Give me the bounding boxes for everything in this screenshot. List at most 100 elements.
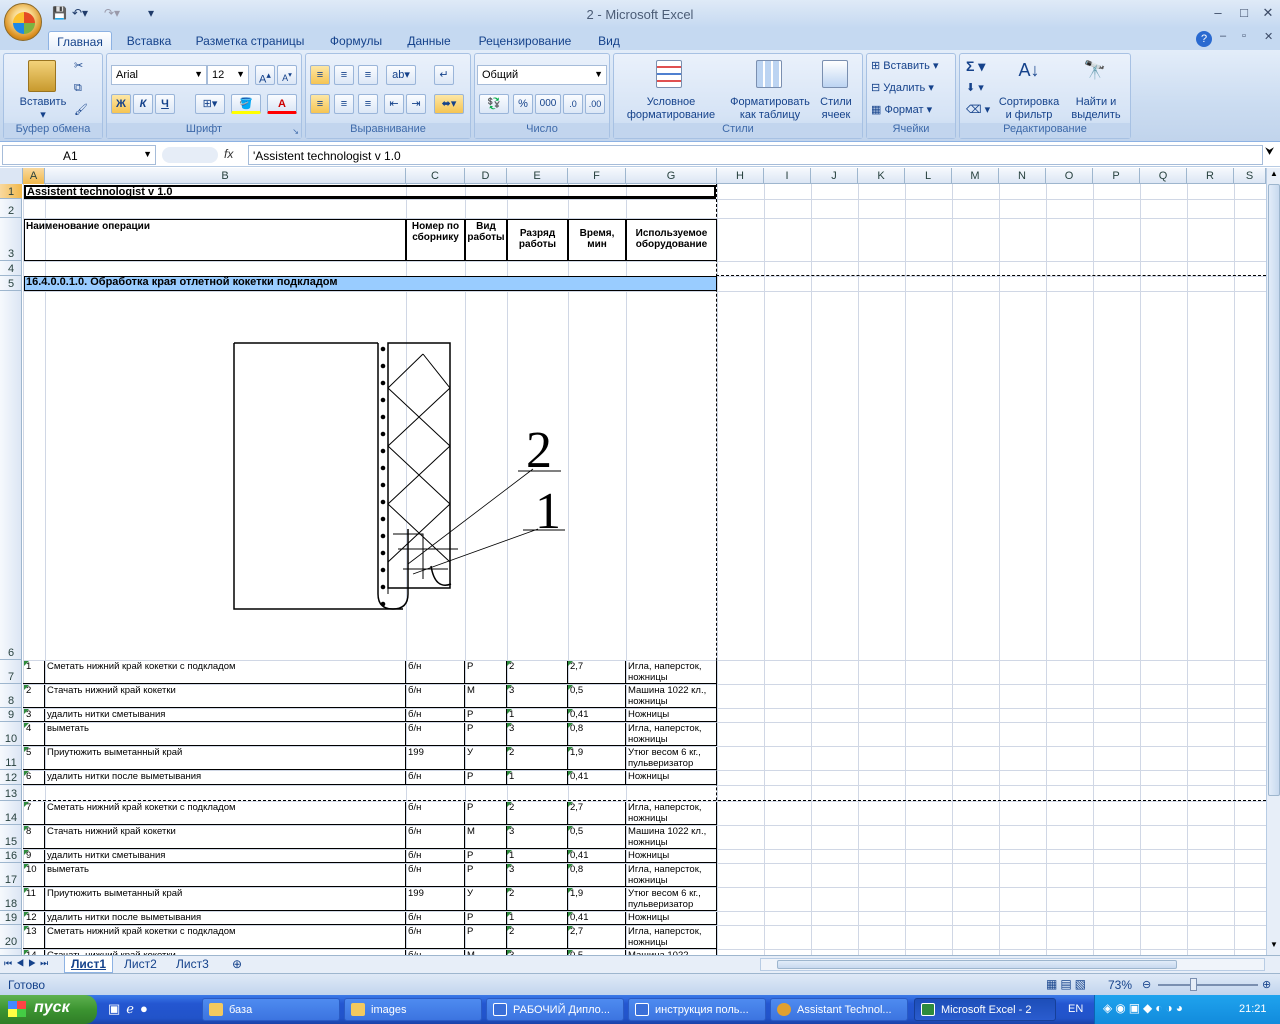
help-icon[interactable]: ? [1196,31,1212,47]
maximize-button[interactable]: □ [1234,5,1254,21]
percent-button[interactable]: % [513,94,533,114]
cell-rank[interactable]: 3 [507,685,568,708]
vertical-scrollbar[interactable]: ▲ ▼ [1266,168,1280,955]
cell-equip[interactable]: Утюг весом 6 кг., пульверизатор [626,747,717,770]
row-header[interactable]: 3 [0,218,22,261]
font-color-button[interactable]: A [267,94,297,114]
cell-rank[interactable]: 1 [507,850,568,863]
column-header[interactable]: A [23,168,45,184]
format-as-table-label-1[interactable]: Форматировать [722,96,818,109]
paste-icon[interactable] [28,60,56,92]
align-right-button[interactable]: ≡ [358,94,378,114]
dialog-launcher-icon[interactable]: ↘ [292,127,299,136]
find-binoculars-icon[interactable]: 🔭 [1082,60,1108,88]
tab-insert[interactable]: Вставка [118,31,180,51]
cell-time[interactable]: 1,9 [568,888,626,911]
ribbon-minimize-icon[interactable]: – [1220,30,1226,42]
align-bottom-button[interactable]: ≡ [358,65,378,85]
row-header[interactable]: 8 [0,684,22,708]
cell-n[interactable]: 13 [24,926,45,949]
select-all-corner[interactable] [0,168,23,184]
column-header[interactable]: O [1046,168,1093,184]
cell-name[interactable]: удалить нитки после выметывания [45,912,406,925]
insert-function-button[interactable]: fx [224,147,233,161]
office-button[interactable] [4,3,42,41]
cell-type[interactable]: М [465,685,507,708]
section-heading-cell[interactable]: 16.4.0.0.1.0. Обработка края отлетной ко… [24,276,717,291]
paste-dropdown-icon[interactable]: ▾ [38,109,48,122]
scroll-up-icon[interactable]: ▲ [1268,169,1280,182]
cell-num[interactable]: б/н [406,912,465,925]
column-header[interactable]: M [952,168,999,184]
column-header[interactable]: R [1187,168,1234,184]
column-header[interactable]: I [764,168,811,184]
clear-icon[interactable]: ⌫ ▾ [966,104,990,117]
row-header[interactable]: 5 [0,276,22,291]
cell-rank[interactable]: 1 [507,771,568,785]
cell-equip[interactable]: Игла, наперсток, ножницы [626,802,717,825]
tab-page-layout[interactable]: Разметка страницы [188,31,312,51]
wrap-text-button[interactable]: ↵ [434,65,454,85]
taskbar-item-active[interactable]: Microsoft Excel - 2 [914,998,1056,1021]
row-header[interactable]: 11 [0,746,22,770]
row-header[interactable]: 13 [0,785,22,801]
font-size-combo[interactable]: 12 ▼ [207,65,249,85]
cell-type[interactable]: Р [465,661,507,684]
align-top-button[interactable]: ≡ [310,65,330,85]
insert-sheet-icon[interactable]: ⊕ [226,956,248,973]
cell-name[interactable]: Стачать нижний край кокетки [45,826,406,849]
cell-name[interactable]: Сметать нижний край кокетки с подкладом [45,661,406,684]
font-name-combo[interactable]: Arial ▼ [111,65,207,85]
cell-name[interactable]: Приутюжить выметанный край [45,747,406,770]
ribbon-restore-icon[interactable]: ▫ [1242,30,1246,42]
italic-button[interactable]: К [133,94,153,114]
align-middle-button[interactable]: ≡ [334,65,354,85]
cell-equip[interactable]: Утюг весом 6 кг., пульверизатор [626,888,717,911]
tab-formulas[interactable]: Формулы [322,31,390,51]
cell-num[interactable]: 199 [406,747,465,770]
cell-type[interactable]: Р [465,723,507,746]
expand-formula-icon[interactable]: ⮟ [1265,146,1274,159]
cell-equip[interactable]: Игла, наперсток, ножницы [626,723,717,746]
cell-equip[interactable]: Машина 1022 кл., ножницы [626,685,717,708]
row-header[interactable]: 14 [0,801,22,825]
autosum-icon[interactable]: Σ ▾ [966,59,985,73]
cell-rank[interactable]: 1 [507,912,568,925]
cell-name[interactable]: удалить нитки сметывания [45,709,406,722]
fill-color-button[interactable]: 🪣 [231,94,261,114]
cell-rank[interactable]: 2 [507,802,568,825]
formula-input[interactable]: 'Assistent technologist v 1.0 [248,145,1263,165]
merge-center-button[interactable]: ⬌▾ [434,94,464,114]
zoom-out-icon[interactable]: ⊖ [1142,978,1151,991]
row-header[interactable]: 12 [0,770,22,785]
increase-indent-button[interactable]: ⇥ [406,94,426,114]
taskbar-item[interactable]: база [202,998,340,1021]
row-header[interactable]: 9 [0,708,22,722]
header-work-type[interactable]: Вид работы [465,219,507,261]
cell-num[interactable]: б/н [406,709,465,722]
cell-equip[interactable]: Ножницы [626,709,717,722]
sort-filter-label-2[interactable]: и фильтр [996,109,1062,122]
cell-num[interactable]: 199 [406,888,465,911]
row-header[interactable]: 17 [0,863,22,887]
row-header[interactable]: 16 [0,849,22,863]
bold-button[interactable]: Ж [111,94,131,114]
cell-n[interactable]: 10 [24,864,45,887]
column-header[interactable]: B [45,168,406,184]
cell-equip[interactable]: Ножницы [626,850,717,863]
tray-icons[interactable]: ◈◉▣◆◐◑◕ [1103,1001,1186,1015]
copy-icon[interactable]: ⧉ [74,82,82,95]
cell-num[interactable]: б/н [406,826,465,849]
cell-rank[interactable]: 2 [507,888,568,911]
row-header[interactable]: 19 [0,911,22,925]
column-header[interactable]: E [507,168,568,184]
format-as-table-icon[interactable] [756,60,782,88]
row-header[interactable]: 15 [0,825,22,849]
cell-type[interactable]: У [465,888,507,911]
cell-time[interactable]: 0,8 [568,864,626,887]
cell-time[interactable]: 0,5 [568,685,626,708]
cell-styles-icon[interactable] [822,60,848,88]
cell-styles-label-2[interactable]: ячеек [816,109,856,122]
cell-time[interactable]: 0,41 [568,912,626,925]
scroll-thumb[interactable] [1268,184,1280,796]
